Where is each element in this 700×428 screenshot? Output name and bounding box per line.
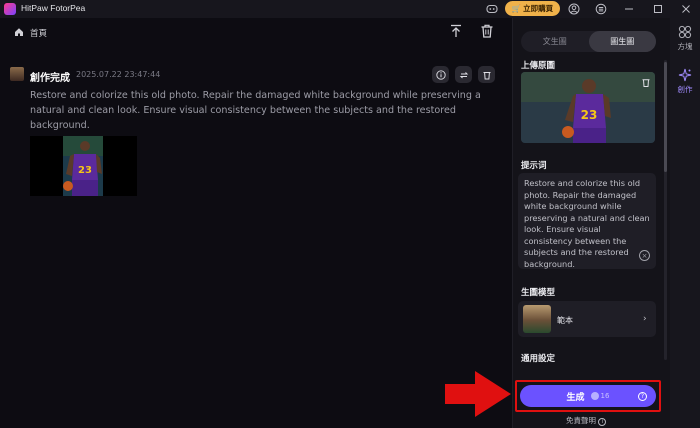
result-image[interactable]: 23	[30, 136, 137, 196]
rail-label-blocks: 方塊	[677, 42, 693, 51]
help-icon[interactable]: ?	[638, 392, 647, 401]
delete-result-button[interactable]	[478, 66, 495, 83]
export-icon[interactable]	[448, 23, 464, 39]
trash-icon	[483, 71, 490, 79]
blocks-icon	[678, 25, 692, 39]
tab-text-to-image[interactable]: 文生圖	[521, 31, 589, 52]
app-title: HitPaw FotorPea	[21, 3, 86, 13]
settings-section-label: 通用設定	[521, 354, 556, 364]
result-prompt: Restore and colorize this old photo. Rep…	[30, 90, 481, 131]
close-icon[interactable]	[679, 2, 693, 16]
maximize-icon[interactable]	[651, 2, 665, 16]
buy-now-button[interactable]: 🛒 立即購買	[505, 1, 560, 16]
credit-cost: 16	[600, 392, 610, 400]
result-timestamp: 2025.07.22 23:47:44	[76, 70, 161, 79]
remove-image-icon[interactable]	[642, 78, 650, 90]
delete-all-icon[interactable]	[479, 23, 495, 39]
tab-image-to-image[interactable]: 圖生圖	[588, 31, 656, 52]
settings-icon[interactable]	[594, 2, 608, 16]
regenerate-button[interactable]	[455, 66, 472, 83]
info-icon	[435, 69, 446, 80]
model-thumbnail	[523, 305, 551, 333]
rail-item-create[interactable]: 創作	[670, 68, 700, 95]
home-icon[interactable]	[14, 27, 24, 37]
title-bar: HitPaw FotorPea 🛒 立即購買	[0, 0, 700, 18]
uploaded-image[interactable]: 23	[521, 72, 655, 143]
rail-label-create: 創作	[677, 85, 693, 94]
generate-button[interactable]: 生成 16	[520, 385, 656, 407]
chevron-right-icon: ›	[643, 314, 647, 324]
breadcrumb: 首頁	[0, 18, 510, 44]
result-status: 創作完成	[30, 73, 70, 84]
app-logo-icon	[4, 3, 16, 15]
cart-icon: 🛒	[511, 4, 522, 13]
minimize-icon[interactable]	[622, 2, 636, 16]
prompt-input[interactable]: Restore and colorize this old photo. Rep…	[518, 173, 656, 269]
highlight-arrow-icon	[445, 371, 511, 417]
info-icon: i	[598, 418, 607, 426]
disclaimer-link[interactable]: 免責聲明 i	[566, 415, 607, 426]
regenerate-icon	[459, 71, 468, 78]
account-icon[interactable]	[567, 2, 581, 16]
sparkle-icon	[678, 68, 692, 82]
clear-prompt-icon[interactable]: ×	[639, 250, 650, 261]
info-button[interactable]	[432, 66, 449, 83]
discord-icon[interactable]	[485, 2, 499, 16]
upload-section-label: 上傳原圖	[521, 61, 556, 71]
prompt-section-label: 提示词	[521, 161, 547, 171]
credit-icon	[590, 392, 599, 400]
breadcrumb-home[interactable]: 首頁	[30, 27, 47, 39]
buy-now-label: 立即購買	[523, 4, 554, 13]
generate-label: 生成	[566, 392, 585, 403]
panel-scrollbar-thumb[interactable]	[664, 62, 667, 172]
model-name: 範本	[557, 316, 573, 325]
jersey-number: 23	[581, 108, 598, 122]
rail-item-blocks[interactable]: 方塊	[670, 25, 700, 52]
jersey-number: 23	[78, 165, 92, 176]
mode-tabs: 文生圖 圖生圖	[521, 31, 656, 52]
result-thumbnail	[10, 67, 24, 81]
disclaimer-label: 免責聲明	[566, 416, 596, 425]
model-section-label: 生圖模型	[521, 288, 556, 298]
